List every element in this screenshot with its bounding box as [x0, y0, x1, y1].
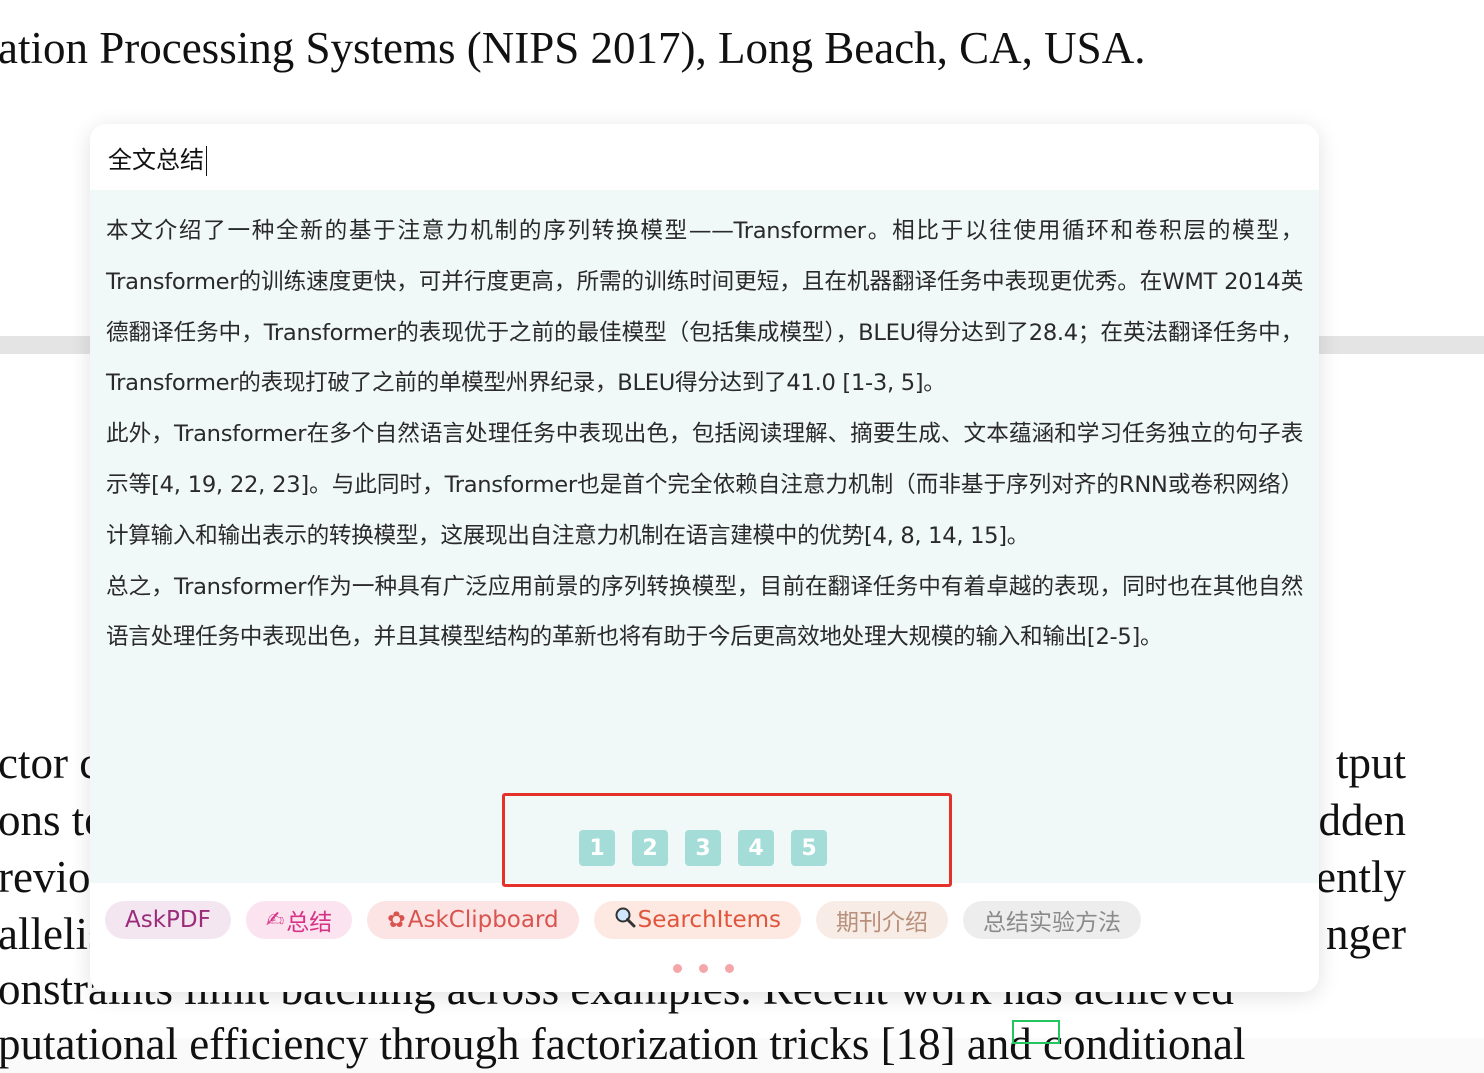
magnifier-icon	[614, 906, 636, 934]
reference-button-3[interactable]: 3	[685, 830, 721, 866]
prompt-chips: AskPDF ✍ 总结 ✿ AskClipboard SearchItems 期…	[105, 901, 1141, 939]
pdf-body-line-right: ently	[1316, 852, 1406, 902]
pdf-body-line-right: dden	[1318, 795, 1406, 845]
pdf-body-line-right: tput	[1335, 738, 1406, 788]
pdf-body-line-right: nger	[1326, 909, 1406, 959]
text-caret	[206, 146, 207, 176]
citation-link-box[interactable]	[1012, 1020, 1060, 1044]
chip-label: 总结	[286, 910, 333, 936]
chip-label: 总结实验方法	[983, 910, 1121, 936]
chip-label: AskClipboard	[407, 907, 559, 933]
writing-hand-icon: ✍	[265, 907, 285, 933]
pdf-body-line: ctor c	[0, 738, 100, 788]
chip-askpdf[interactable]: AskPDF	[105, 901, 231, 939]
summary-paragraph: 本文介绍了一种全新的基于注意力机制的序列转换模型——Transformer。相比…	[106, 218, 1303, 397]
chip-journal-intro[interactable]: 期刊介绍	[816, 901, 948, 939]
more-dots-icon[interactable]	[673, 964, 734, 973]
reference-button-5[interactable]: 5	[791, 830, 827, 866]
reference-buttons: 1 2 3 4 5	[579, 830, 827, 866]
query-text: 全文总结	[108, 146, 204, 174]
chip-label: SearchItems	[637, 907, 781, 933]
pdf-heading-text: ation Processing Systems (NIPS 2017), Lo…	[0, 23, 1146, 73]
chip-summary[interactable]: ✍ 总结	[245, 901, 353, 939]
reference-button-4[interactable]: 4	[738, 830, 774, 866]
chip-summarize-methods[interactable]: 总结实验方法	[963, 901, 1141, 939]
summary-paragraph: 总之，Transformer作为一种具有广泛应用前景的序列转换模型，目前在翻译任…	[106, 573, 1303, 651]
summary-text: 本文介绍了一种全新的基于注意力机制的序列转换模型——Transformer。相比…	[106, 206, 1303, 663]
ai-assistant-panel: 全文总结 本文介绍了一种全新的基于注意力机制的序列转换模型——Transform…	[90, 124, 1319, 992]
summary-result-area: 本文介绍了一种全新的基于注意力机制的序列转换模型——Transformer。相比…	[90, 190, 1319, 883]
reference-button-1[interactable]: 1	[579, 830, 615, 866]
summary-paragraph: 此外，Transformer在多个自然语言处理任务中表现出色，包括阅读理解、摘要…	[106, 421, 1303, 549]
chip-label: AskPDF	[125, 907, 211, 933]
reference-button-2[interactable]: 2	[632, 830, 668, 866]
pdf-body-line: revio	[0, 852, 91, 902]
chip-label: 期刊介绍	[836, 910, 928, 936]
query-input[interactable]: 全文总结	[108, 140, 1108, 176]
chip-searchitems[interactable]: SearchItems	[593, 901, 801, 939]
chip-askclipboard[interactable]: ✿ AskClipboard	[367, 901, 579, 939]
cherry-blossom-icon: ✿	[387, 907, 406, 933]
